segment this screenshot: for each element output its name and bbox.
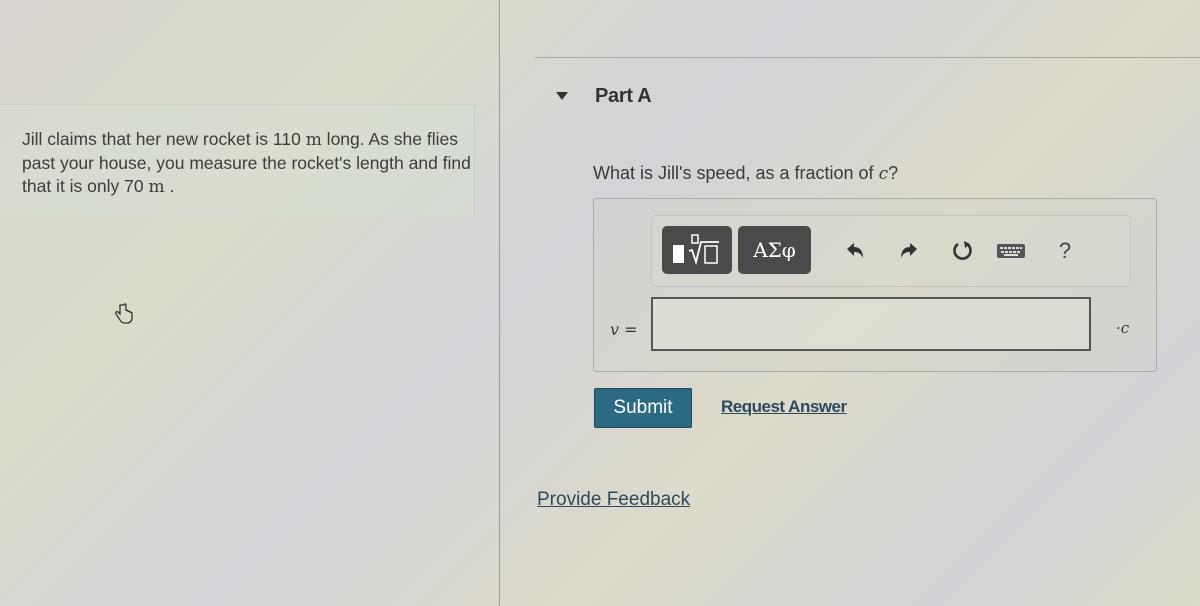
collapse-part-toggle-icon[interactable]	[556, 92, 568, 100]
submit-button[interactable]: Submit	[594, 388, 692, 428]
provide-feedback-link[interactable]: Provide Feedback	[537, 489, 690, 511]
help-button[interactable]: ?	[1052, 238, 1078, 264]
problem-statement: Jill claims that her new rocket is 110 m…	[22, 129, 471, 197]
fraction-root-templates-icon	[673, 234, 719, 266]
templates-button[interactable]	[662, 226, 732, 274]
hand-pointer-cursor-icon	[112, 302, 136, 326]
undo-icon[interactable]	[842, 238, 868, 264]
unit-meters: m	[305, 130, 322, 150]
math-toolbar: ΑΣφ ?	[651, 215, 1131, 287]
redo-icon[interactable]	[896, 238, 922, 264]
unit-meters: m	[148, 177, 165, 197]
divider	[535, 57, 1200, 58]
answer-variable-label: v =	[610, 320, 638, 339]
keyboard-icon[interactable]	[994, 238, 1028, 264]
request-answer-link[interactable]: Request Answer	[721, 397, 847, 417]
answer-input[interactable]	[651, 297, 1091, 351]
problem-pane: Jill claims that her new rocket is 110 m…	[0, 0, 494, 606]
speed-of-light-var: c	[878, 164, 889, 184]
reset-icon[interactable]	[950, 238, 976, 264]
question-text: What is Jill's speed, as a fraction of c…	[593, 163, 899, 184]
pane-divider[interactable]	[499, 0, 500, 606]
greek-symbols-button[interactable]: ΑΣφ	[738, 226, 811, 274]
part-title: Part A	[595, 85, 652, 107]
answer-unit-suffix: ·c	[1116, 319, 1130, 337]
